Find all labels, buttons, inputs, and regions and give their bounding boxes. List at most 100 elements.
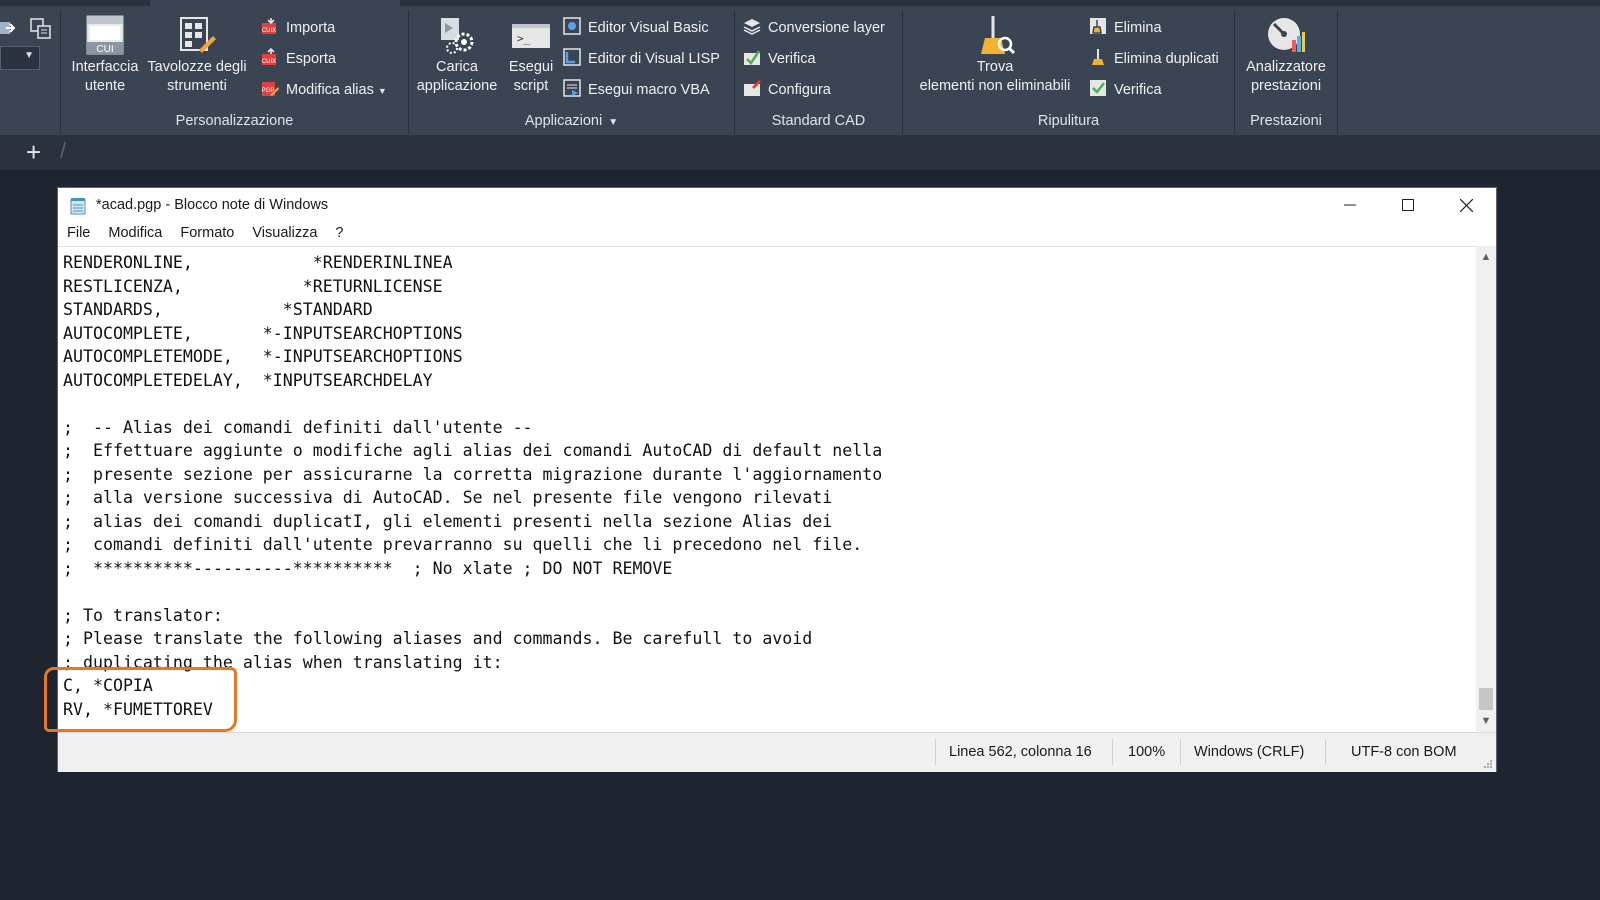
configura-label: Configura <box>768 82 831 98</box>
menu-modifica[interactable]: Modifica <box>99 222 171 241</box>
maximize-icon <box>1402 199 1414 211</box>
status-divider <box>1325 739 1326 765</box>
editor-vb-label: Editor Visual Basic <box>588 20 709 36</box>
editor-visual-basic-button[interactable]: Editor Visual Basic <box>563 17 709 39</box>
verifica-standard-button[interactable]: Verifica <box>743 48 816 70</box>
analizzatore-label-1: Analizzatore <box>1246 59 1326 75</box>
esegui-label-2: script <box>513 78 549 94</box>
resize-grip-icon[interactable] <box>1483 759 1493 769</box>
verifica-ripulitura-button[interactable]: Verifica <box>1089 79 1162 101</box>
ribbon-panel-left-partial: ▼ <box>0 6 60 135</box>
edit-aliases-icon: PGP <box>262 82 279 97</box>
editor-text[interactable]: RENDERONLINE, *RENDERINLINEA RESTLICENZA… <box>58 247 1476 721</box>
notepad-statusbar: Linea 562, colonna 16 100% Windows (CRLF… <box>58 732 1496 772</box>
vertical-scrollbar[interactable]: ▲ ▼ <box>1476 246 1496 732</box>
esegui-macro-vba-button[interactable]: Esegui macro VBA <box>563 79 710 101</box>
elimina-duplicati-button[interactable]: Elimina duplicati <box>1089 48 1219 70</box>
performance-gauge-icon <box>1268 18 1305 52</box>
chevron-down-icon[interactable]: ▼ <box>378 86 387 96</box>
load-application-icon <box>441 18 474 54</box>
modifica-alias-label: Modifica alias <box>286 82 374 98</box>
conversione-layer-button[interactable]: Conversione layer <box>743 17 885 39</box>
notepad-menubar: File Modifica Formato Visualizza? <box>58 222 1496 246</box>
svg-text:CUI: CUI <box>96 44 113 55</box>
menu-visualizza[interactable]: Visualizza <box>243 222 326 241</box>
scroll-down-icon[interactable]: ▼ <box>1476 712 1496 730</box>
analizzatore-label-2: prestazioni <box>1250 78 1322 94</box>
applicazioni-title-label: Applicazioni <box>524 113 603 129</box>
esporta-label: Esporta <box>286 51 336 67</box>
workspace-icon[interactable] <box>30 18 52 40</box>
tavolozze-label-1: Tavolozze degli <box>147 59 247 75</box>
cui-window-icon: CUI <box>86 15 124 55</box>
tab-divider: / <box>60 138 67 163</box>
analizzatore-prestazioni-button[interactable]: Analizzatore prestazioni <box>1237 14 1335 96</box>
ribbon: ▼ CUI Interfaccia utente Tavolozze degli… <box>0 6 1600 135</box>
notepad-titlebar[interactable]: *acad.pgp - Blocco note di Windows <box>58 188 1496 222</box>
esegui-label-1: Esegui <box>508 59 554 75</box>
check-standards-icon <box>744 50 761 66</box>
carica-applicazione-button[interactable]: Carica applicazione <box>411 14 503 96</box>
close-icon <box>1459 198 1473 212</box>
close-button[interactable] <box>1437 188 1495 222</box>
editor-lisp-label: Editor di Visual LISP <box>588 51 720 67</box>
importa-label: Importa <box>286 20 336 36</box>
panel-ripulitura: Trova elementi non eliminabili Elimina E… <box>903 6 1234 135</box>
interfaccia-utente-label-2: utente <box>84 78 126 94</box>
chevron-down-icon[interactable]: ▼ <box>608 117 618 128</box>
menu-file[interactable]: File <box>58 222 99 241</box>
export-cuix-icon: CUIX <box>262 48 276 66</box>
esegui-script-button[interactable]: >_ Esegui script <box>505 14 557 96</box>
vba-macro-icon <box>563 79 581 97</box>
panel-divider <box>1337 10 1338 134</box>
scrollbar-thumb[interactable] <box>1479 688 1493 710</box>
import-cuix-icon: CUIX <box>262 18 276 35</box>
esporta-button[interactable]: CUIX Esporta <box>261 48 336 70</box>
layer-translator-icon <box>743 19 761 36</box>
notepad-app-icon <box>70 198 86 215</box>
trova-non-eliminabili-button[interactable]: Trova elementi non eliminabili <box>905 14 1085 96</box>
new-tab-button[interactable]: + <box>26 137 41 168</box>
partial-tool-icon[interactable] <box>0 18 16 38</box>
configura-button[interactable]: Configura <box>743 79 831 101</box>
tool-palettes-icon <box>180 17 216 53</box>
importa-button[interactable]: CUIX Importa <box>261 17 335 39</box>
panel-title-ripulitura: Ripulitura <box>1037 113 1100 129</box>
panel-title-prestazioni: Prestazioni <box>1250 113 1322 129</box>
verifica-standard-label: Verifica <box>768 51 816 67</box>
panel-standard-cad: Conversione layer Verifica Configura Sta… <box>735 6 902 135</box>
panel-applicazioni: Carica applicazione >_ Esegui script Edi… <box>409 6 734 135</box>
scroll-up-icon[interactable]: ▲ <box>1476 248 1496 266</box>
lisp-editor-icon <box>563 48 581 66</box>
carica-label-1: Carica <box>436 59 478 75</box>
modifica-alias-button[interactable]: PGP Modifica alias ▼ <box>261 79 387 101</box>
verifica-ripulitura-label: Verifica <box>1114 82 1162 98</box>
purge-icon <box>1090 18 1106 35</box>
menu-help[interactable]: ? <box>326 222 352 241</box>
panel-title-standard-cad: Standard CAD <box>771 113 866 129</box>
maximize-button[interactable] <box>1379 188 1437 222</box>
notepad-window: *acad.pgp - Blocco note di Windows File M… <box>58 188 1496 772</box>
interfaccia-utente-label-1: Interfaccia <box>71 59 139 75</box>
panel-title-applicazioni[interactable]: Applicazioni ▼ <box>409 113 734 129</box>
workspace-dropdown[interactable]: ▼ <box>0 46 40 70</box>
panel-personalizzazione: CUI Interfaccia utente Tavolozze degli s… <box>61 6 408 135</box>
conversione-layer-label: Conversione layer <box>768 20 885 36</box>
tavolozze-strumenti-button[interactable]: Tavolozze degli strumenti <box>147 14 247 96</box>
elimina-button[interactable]: Elimina <box>1089 17 1162 39</box>
status-cursor-position: Linea 562, colonna 16 <box>949 744 1092 760</box>
elimina-label: Elimina <box>1114 20 1162 36</box>
esegui-vba-label: Esegui macro VBA <box>588 82 710 98</box>
editor-visual-lisp-button[interactable]: Editor di Visual LISP <box>563 48 720 70</box>
configure-standards-icon <box>744 80 761 97</box>
window-title: *acad.pgp - Blocco note di Windows <box>96 197 329 213</box>
file-tab-bar: + / <box>0 135 1600 171</box>
vba-editor-icon <box>563 17 581 35</box>
svg-text:CUIX: CUIX <box>262 59 276 65</box>
text-editor-area[interactable]: RENDERONLINE, *RENDERINLINEA RESTLICENZA… <box>58 246 1476 733</box>
minimize-icon <box>1344 204 1356 206</box>
trova-label-1: Trova <box>976 59 1014 75</box>
minimize-button[interactable] <box>1321 188 1379 222</box>
menu-formato[interactable]: Formato <box>171 222 243 241</box>
interfaccia-utente-button[interactable]: CUI Interfaccia utente <box>65 14 145 96</box>
